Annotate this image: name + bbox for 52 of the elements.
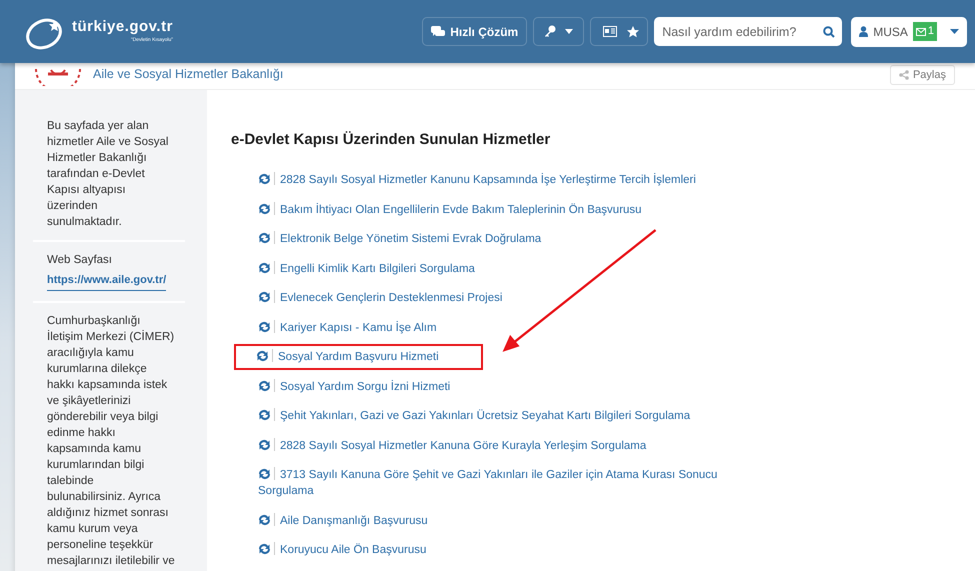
refresh-icon bbox=[258, 173, 271, 185]
envelope-icon bbox=[916, 28, 926, 36]
search-icon bbox=[823, 26, 836, 38]
message-badge: 1 bbox=[912, 22, 937, 41]
section-heading: e-Devlet Kapısı Üzerinden Sunulan Hizmetler bbox=[231, 130, 552, 150]
search-field[interactable]: Nasıl yardım edebilirim? bbox=[654, 17, 842, 46]
web-label: Web Sayfası bbox=[47, 253, 113, 268]
service-link[interactable]: 3713 Sayılı Kanuna Göre Şehit ve Gazi Yakınları ile Gaziler için Atama Kurası Sonucu Sorgulama bbox=[256, 462, 731, 504]
cimer-text: Cumhurbaşkanlığı İletişim Merkezi (CİMER) aracılığıyla kamu kurumlarına dilekçe hakkı kapsamında istek ve şikâyetlerinizi gönderebilir veya bilgi edinme hakkı kapsamında kamu kurumlarından bilgi talebinde bulunabilirsiniz. Ayrıca aldığınız hizmet sonrası kamu kurum veya personeline teşekkür mesajlarınızı iletilebilir ve bbox=[47, 314, 175, 569]
web-link[interactable]: https://www.aile.gov.tr/ bbox=[47, 272, 166, 291]
service-link[interactable]: Elektronik Belge Yönetim Sistemi Evrak Doğrulama bbox=[256, 226, 731, 252]
key-menu-button[interactable] bbox=[533, 17, 584, 46]
ministry-title: Aile ve Sosyal Hizmetler Bakanlığı bbox=[93, 66, 284, 84]
share-button[interactable]: Paylaş bbox=[890, 64, 955, 85]
chat-icon bbox=[431, 26, 446, 38]
refresh-icon bbox=[258, 438, 271, 450]
refresh-icon bbox=[256, 350, 269, 362]
caret-icon bbox=[950, 29, 959, 34]
refresh-icon bbox=[258, 543, 271, 555]
logo-text[interactable]: türkiye.gov.tr bbox=[72, 18, 173, 35]
service-link[interactable]: Engelli Kimlik Kartı Bilgileri Sorgulama bbox=[256, 256, 731, 282]
key-icon bbox=[544, 25, 556, 38]
caret-icon bbox=[565, 29, 574, 34]
service-link[interactable]: Evlenecek Gençlerin Desteklenmesi Projesi bbox=[256, 285, 731, 311]
service-link[interactable]: Şehit Yakınları, Gazi ve Gazi Yakınları Ücretsiz Seyahat Kartı Bilgileri Sorgulama bbox=[256, 403, 731, 429]
refresh-icon bbox=[258, 468, 271, 480]
user-icon bbox=[859, 26, 868, 37]
share-icon bbox=[898, 70, 909, 80]
user-menu-button[interactable]: MUSA 1 bbox=[851, 16, 967, 46]
service-link[interactable]: 2828 Sayılı Sosyal Hizmetler Kanuna Göre Kurayla Yerleşim Sorgulama bbox=[256, 432, 731, 458]
refresh-icon bbox=[258, 232, 271, 244]
info-text: Bu sayfada yer alan hizmetler Aile ve Sosyal Hizmetler Bakanlığı tarafından e-Devlet Kapısı altyapısı üzerinden sunulmaktadır. bbox=[47, 119, 170, 230]
refresh-icon bbox=[258, 291, 271, 303]
star-icon bbox=[627, 26, 640, 38]
refresh-icon bbox=[258, 514, 271, 526]
refresh-icon bbox=[258, 320, 271, 332]
service-link[interactable]: Sosyal Yardım Sorgu İzni Hizmeti bbox=[256, 374, 731, 400]
service-link[interactable]: Kariyer Kapısı - Kamu İşe Alım bbox=[256, 314, 731, 340]
service-link[interactable]: Koruyucu Aile Ön Başvurusu bbox=[256, 537, 731, 563]
id-card-button[interactable] bbox=[590, 17, 648, 46]
refresh-icon bbox=[258, 262, 271, 274]
refresh-icon bbox=[258, 202, 271, 214]
quick-solution-button[interactable]: Hızlı Çözüm bbox=[422, 17, 528, 46]
id-card-icon bbox=[603, 26, 618, 37]
refresh-icon bbox=[258, 380, 271, 392]
service-link[interactable]: 2828 Sayılı Sosyal Hizmetler Kanunu Kapsamında İşe Yerleştirme Tercih İşlemleri bbox=[256, 167, 731, 193]
emblem-icon bbox=[35, 68, 81, 86]
user-name: MUSA bbox=[873, 24, 908, 40]
service-link[interactable]: Aile Danışmanlığı Başvurusu bbox=[256, 508, 731, 534]
refresh-icon bbox=[258, 409, 271, 421]
service-link[interactable]: Sosyal Yardım Başvuru Hizmeti bbox=[234, 344, 483, 370]
service-link[interactable]: Bakım İhtiyacı Olan Engellilerin Evde Bakım Taleplerinin Ön Başvurusu bbox=[256, 196, 731, 222]
